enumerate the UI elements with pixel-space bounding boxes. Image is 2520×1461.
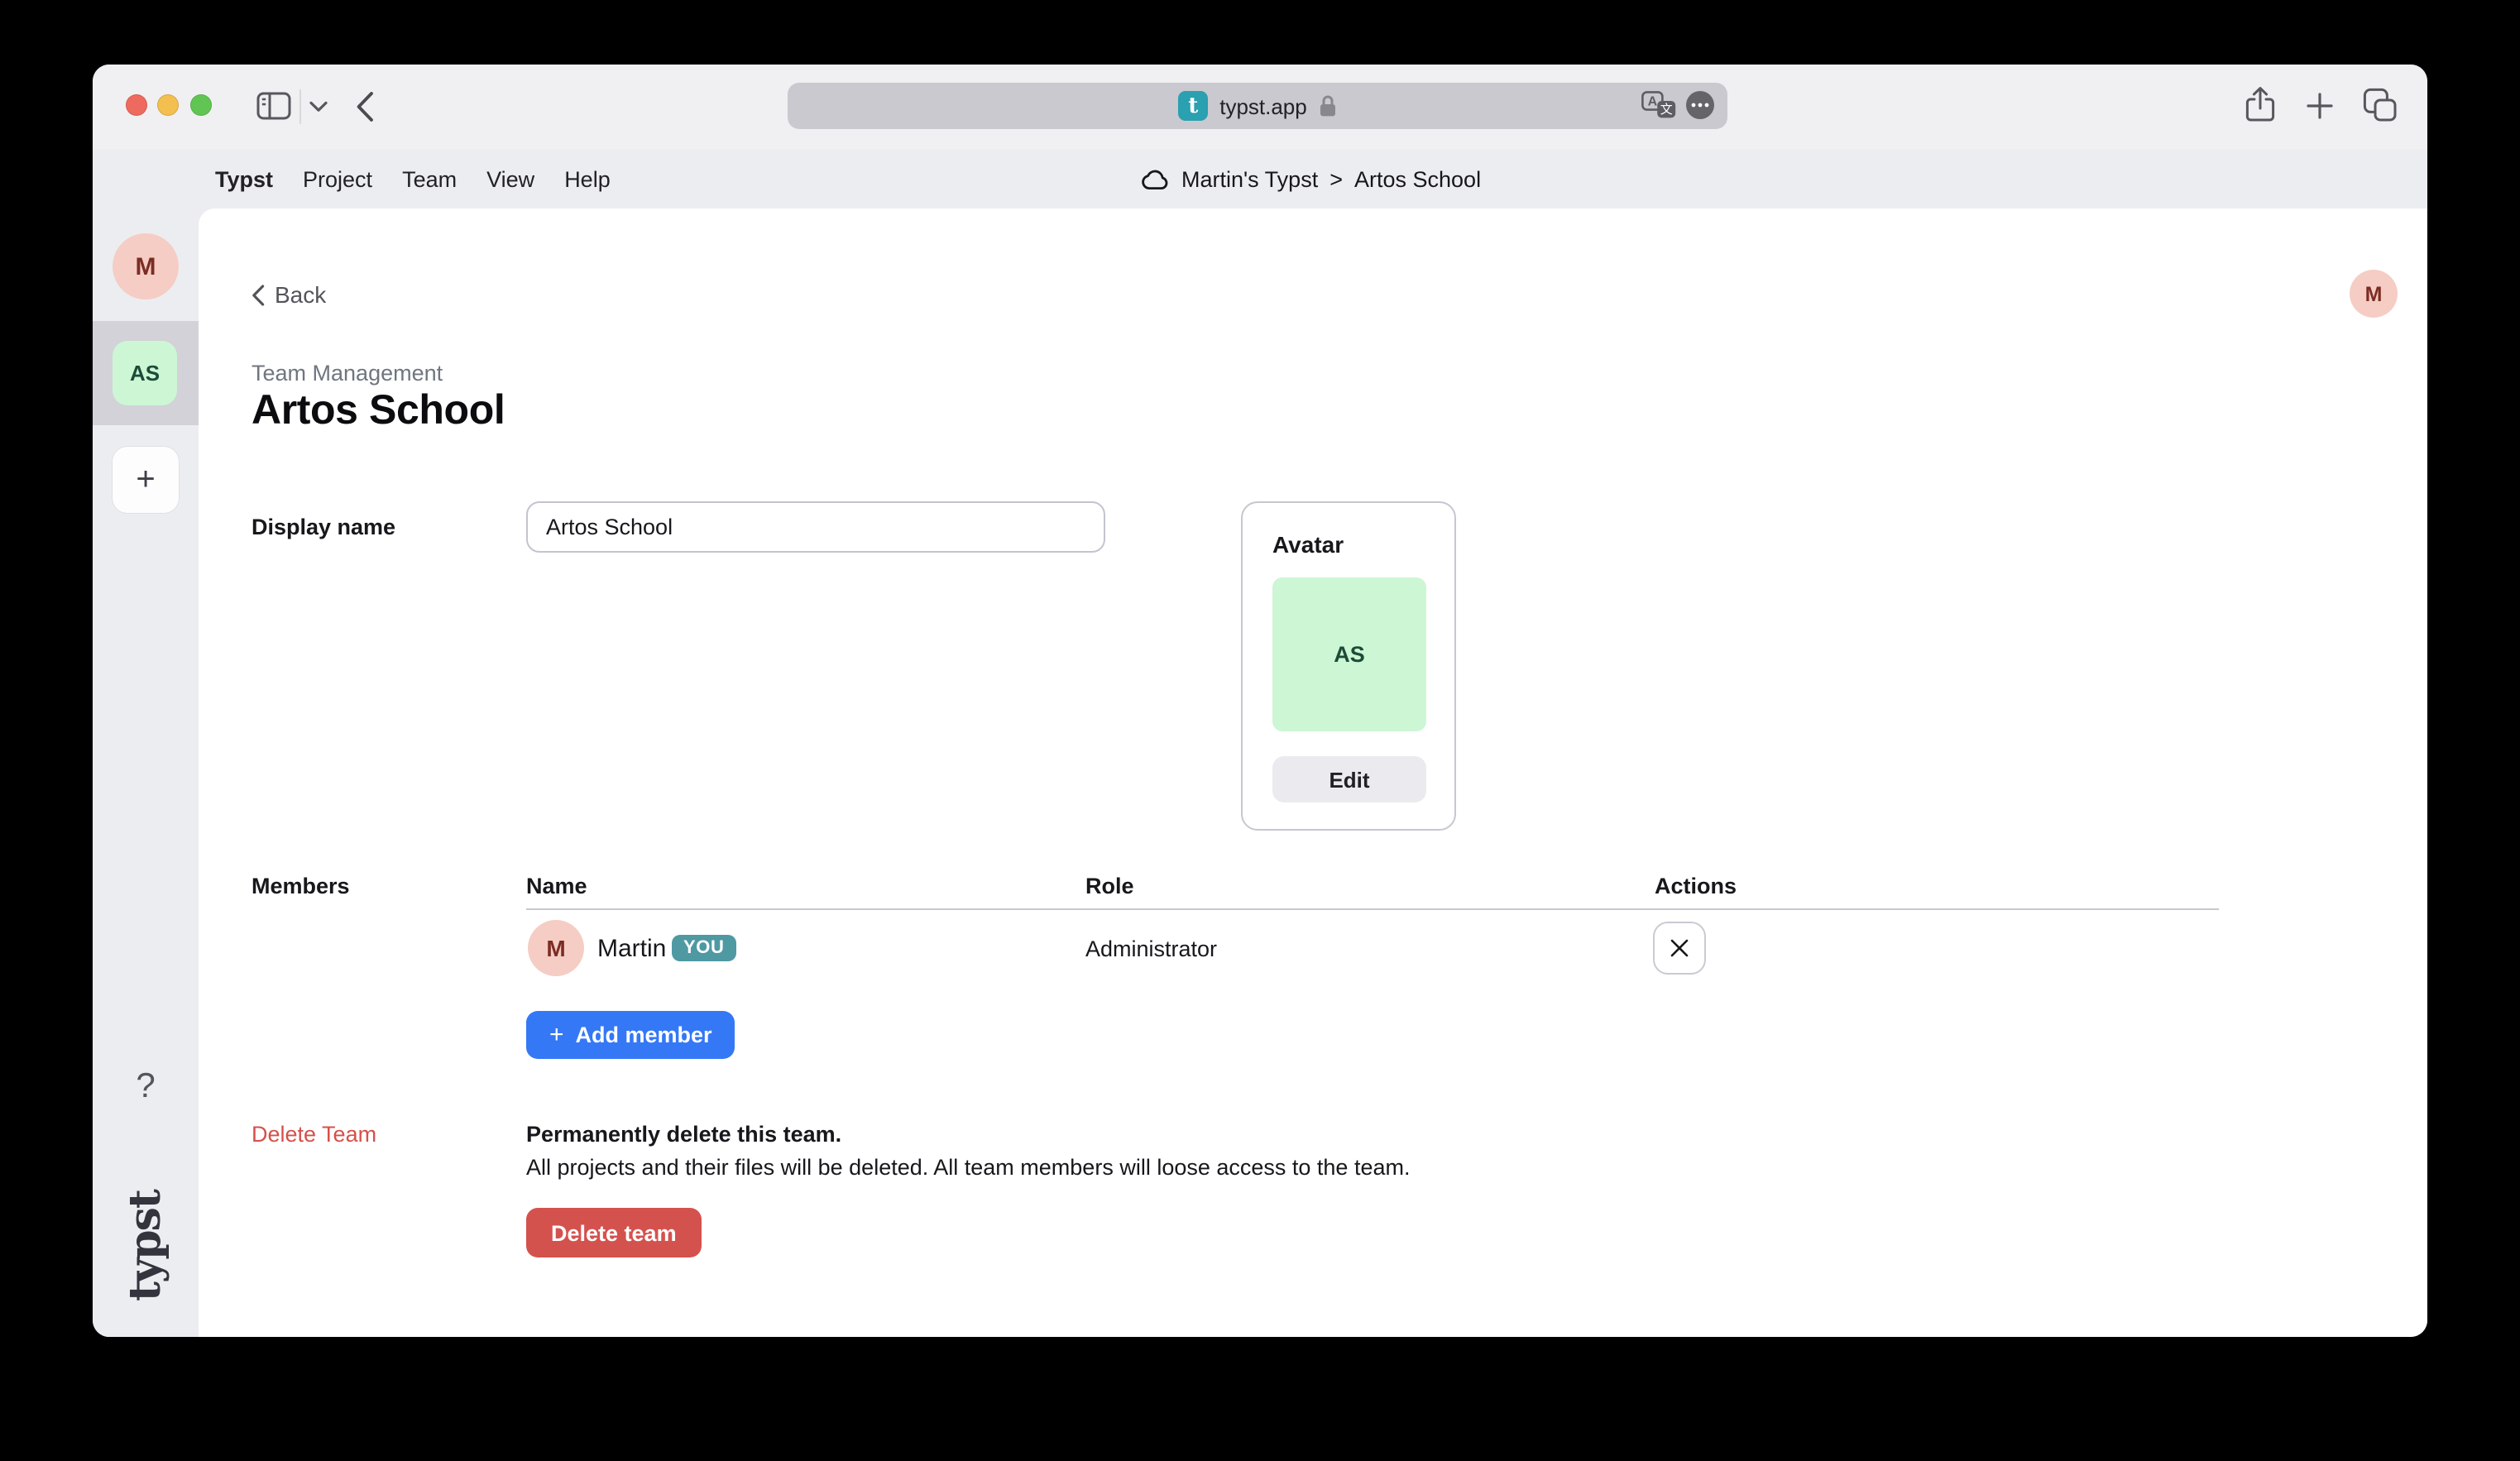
column-header-actions: Actions: [1655, 874, 1737, 898]
back-nav-icon[interactable]: [356, 91, 374, 122]
member-name: Martin: [597, 920, 666, 976]
back-label: Back: [275, 281, 326, 308]
tab-overview-icon[interactable]: [2363, 88, 2398, 122]
site-favicon: t: [1178, 91, 1208, 121]
delete-team-button[interactable]: Delete team: [526, 1208, 702, 1257]
delete-team-description: All projects and their files will be del…: [526, 1155, 1411, 1180]
breadcrumb-team[interactable]: Artos School: [1354, 166, 1481, 191]
help-button[interactable]: ?: [93, 1067, 199, 1107]
team-avatar-preview: AS: [1272, 577, 1426, 731]
sidebar-toggle-icon[interactable]: [256, 91, 291, 121]
display-name-input[interactable]: [526, 501, 1105, 553]
section-eyebrow: Team Management: [252, 361, 443, 386]
browser-toolbar: t typst.app A 文: [93, 65, 2427, 149]
share-icon[interactable]: [2245, 86, 2275, 124]
rail-user-avatar[interactable]: M: [113, 233, 179, 299]
team-rail: M AS + ? typst: [93, 208, 199, 1337]
browser-window: t typst.app A 文: [93, 65, 2427, 1337]
member-initial: M: [546, 935, 565, 961]
delete-team-headline: Permanently delete this team.: [526, 1122, 841, 1147]
app-body: M AS + ? typst M: [93, 208, 2427, 1337]
new-tab-icon[interactable]: [2307, 93, 2333, 119]
display-name-label: Display name: [252, 515, 395, 539]
breadcrumb-separator: >: [1329, 166, 1343, 191]
svg-text:文: 文: [1660, 103, 1673, 117]
toolbar-divider: [299, 89, 301, 124]
team-avatar-initials: AS: [1334, 642, 1365, 667]
menu-help[interactable]: Help: [564, 166, 611, 191]
plus-icon: +: [549, 1021, 564, 1049]
minimize-window-button[interactable]: [157, 94, 179, 116]
cloud-icon: [1140, 168, 1170, 189]
close-window-button[interactable]: [126, 94, 147, 116]
chevron-down-icon[interactable]: [309, 101, 328, 113]
lock-icon: [1319, 94, 1337, 117]
address-bar[interactable]: t typst.app A 文: [788, 83, 1727, 129]
edit-avatar-button[interactable]: Edit: [1272, 756, 1426, 802]
column-header-role: Role: [1085, 874, 1134, 898]
rail-team-avatar[interactable]: AS: [113, 341, 177, 405]
back-link[interactable]: Back: [252, 281, 326, 308]
menu-typst[interactable]: Typst: [215, 166, 273, 191]
breadcrumb-workspace[interactable]: Martin's Typst: [1181, 166, 1318, 191]
table-header-divider: [526, 908, 2219, 910]
plus-icon: +: [136, 461, 155, 499]
rail-new-team-button[interactable]: +: [113, 447, 179, 513]
typst-logo: typst: [93, 1181, 199, 1310]
page-user-initial: M: [2365, 282, 2383, 305]
typst-wordmark: typst: [121, 1190, 170, 1301]
main-panel: M Back Team Management Artos School Disp…: [199, 208, 2427, 1337]
close-icon: [1670, 938, 1689, 958]
column-header-name: Name: [526, 874, 587, 898]
translate-icon[interactable]: A 文: [1641, 91, 1676, 119]
avatar-card: Avatar AS Edit: [1241, 501, 1456, 831]
remove-member-button[interactable]: [1653, 922, 1706, 975]
url-domain: typst.app: [1219, 93, 1307, 118]
delete-team-label: Delete Team: [252, 1122, 376, 1147]
member-avatar: M: [528, 920, 584, 976]
table-row: M Martin YOU Administrator: [526, 920, 2219, 976]
question-mark-icon: ?: [136, 1067, 155, 1105]
page-user-avatar[interactable]: M: [2350, 270, 2398, 318]
rail-selected-band: AS: [93, 321, 199, 425]
svg-text:A: A: [1648, 95, 1658, 109]
breadcrumb: Martin's Typst > Artos School: [1140, 149, 1481, 208]
zoom-window-button[interactable]: [190, 94, 212, 116]
app-menubar: Typst Project Team View Help Martin's Ty…: [93, 149, 2427, 208]
page-settings-icon[interactable]: [1686, 91, 1714, 119]
chevron-left-icon: [252, 284, 265, 305]
you-badge: YOU: [672, 935, 736, 961]
avatar-card-title: Avatar: [1272, 531, 1425, 558]
members-label: Members: [252, 874, 350, 898]
stage: t typst.app A 文: [0, 0, 2520, 1461]
member-role: Administrator: [1085, 920, 1217, 976]
menu-team[interactable]: Team: [402, 166, 457, 191]
favicon-letter: t: [1188, 93, 1198, 118]
menu-view[interactable]: View: [486, 166, 534, 191]
rail-user-initial: M: [136, 252, 156, 280]
menu-project[interactable]: Project: [303, 166, 372, 191]
add-member-label: Add member: [576, 1023, 712, 1047]
page-title: Artos School: [252, 387, 505, 435]
addressbar-trailing-icons: A 文: [1641, 91, 1714, 119]
rail-team-initial: AS: [130, 361, 160, 386]
add-member-button[interactable]: + Add member: [526, 1011, 735, 1059]
